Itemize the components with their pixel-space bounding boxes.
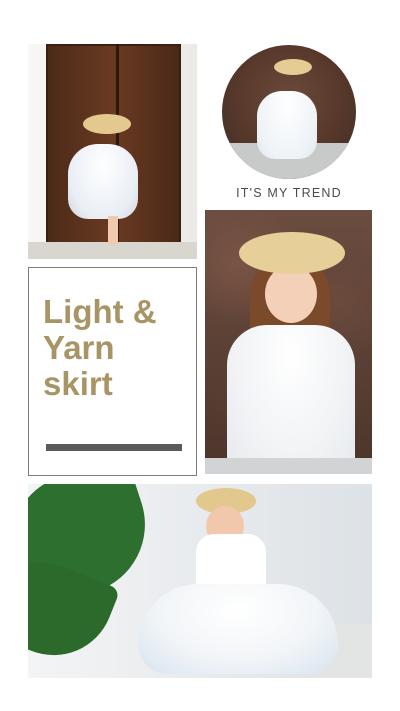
title-line-3: skirt [43,365,113,402]
title-underline-bar [46,444,182,451]
title-line-2: Yarn [43,329,115,366]
leg-shape [108,216,118,244]
trend-caption: IT'S MY TREND [236,186,342,200]
photo-girl-smiling [205,210,372,474]
dress-shape [68,144,138,219]
photo-floor [28,242,197,259]
photo-girl-palm-leaves [28,484,372,678]
hat-shape [239,232,345,274]
title-line-1: Light & [43,293,157,330]
dress-shape [227,325,355,474]
dress-shape [257,91,317,159]
photo-floor [205,458,372,474]
hat-shape [83,114,131,134]
photo-girl-circle [222,45,356,179]
hat-shape [274,59,312,75]
skirt-shape [138,584,338,674]
photo-girl-wooden-door [28,44,197,259]
